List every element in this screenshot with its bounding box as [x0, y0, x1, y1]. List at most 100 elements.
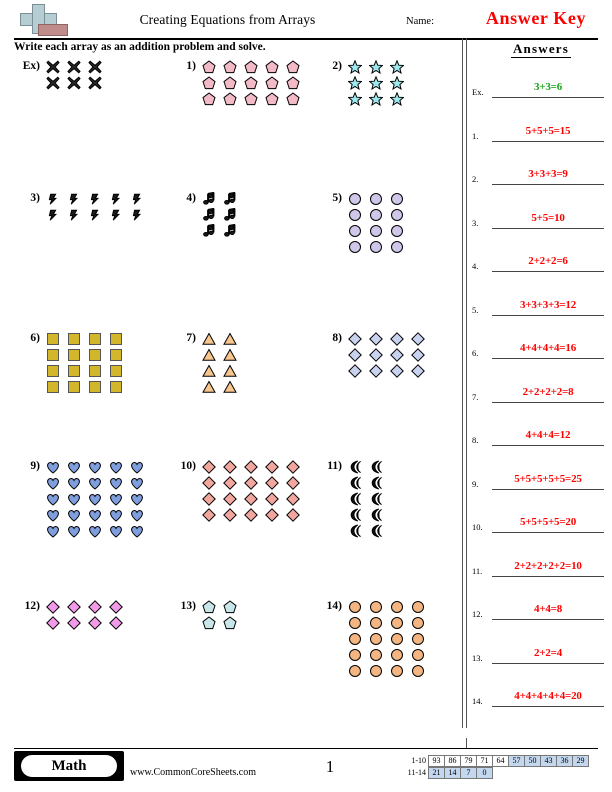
answer-value[interactable]: 2+2+2=6 — [492, 254, 604, 272]
x-mark-icon — [65, 59, 86, 75]
score-cell: 0 — [476, 767, 493, 779]
heart-icon — [65, 491, 86, 507]
answer-value[interactable]: 2+2+2+2=8 — [492, 385, 604, 403]
answer-value[interactable]: 4+4+4=12 — [492, 428, 604, 446]
heart-icon — [107, 459, 128, 475]
note-icon — [200, 207, 221, 223]
circle-icon — [409, 599, 430, 615]
answer-value[interactable]: 4+4=8 — [492, 602, 604, 620]
bolt-icon — [86, 207, 107, 223]
bolt-icon — [65, 207, 86, 223]
site-url: www.CommonCoreSheets.com — [130, 767, 257, 778]
square-icon — [44, 331, 65, 347]
diamond-icon — [388, 331, 409, 347]
array-row — [200, 615, 242, 631]
array-row — [346, 523, 388, 539]
answer-value[interactable]: 2+2=4 — [492, 646, 604, 664]
triangle-icon — [200, 363, 221, 379]
circle-icon — [346, 207, 367, 223]
diamond-icon — [409, 363, 430, 379]
score-cell: 71 — [476, 755, 493, 767]
diamond-icon — [242, 475, 263, 491]
array-row — [200, 331, 242, 347]
problem-number: 4) — [186, 192, 196, 204]
answer-value[interactable]: 4+4+4+4=16 — [492, 341, 604, 359]
circle-icon — [367, 191, 388, 207]
answer-number: 12. — [472, 609, 483, 619]
answer-value[interactable]: 3+3+3=9 — [492, 167, 604, 185]
diamond-icon — [107, 615, 128, 631]
square-icon — [86, 347, 107, 363]
bolt-icon — [86, 191, 107, 207]
square-icon — [44, 347, 65, 363]
pentagon-icon — [221, 75, 242, 91]
diamond-icon — [409, 331, 430, 347]
pentagon-icon — [263, 75, 284, 91]
answer-row: 3. 5+5=10 — [470, 199, 612, 229]
answers-heading-text: Answers — [510, 41, 572, 58]
diamond-icon — [367, 363, 388, 379]
array-row — [200, 459, 305, 475]
answer-number: 2. — [472, 174, 479, 184]
moon-icon — [346, 523, 367, 539]
score-range-label: 1-10 — [411, 756, 426, 765]
answer-value[interactable]: 4+4+4+4+4=20 — [492, 689, 604, 707]
array-row — [44, 207, 149, 223]
bolt-icon — [44, 191, 65, 207]
answer-value[interactable]: 5+5+5+5=20 — [492, 515, 604, 533]
answer-value[interactable]: 3+3=6 — [492, 80, 604, 98]
answer-row: 1. 5+5+5=15 — [470, 112, 612, 142]
triangle-icon — [221, 379, 242, 395]
array-row — [44, 59, 107, 75]
answer-value[interactable]: 2+2+2+2+2=10 — [492, 559, 604, 577]
array-grid — [44, 59, 107, 91]
answer-number: 4. — [472, 261, 479, 271]
diamond-icon — [346, 331, 367, 347]
heart-icon — [44, 523, 65, 539]
score-cell: 79 — [460, 755, 477, 767]
answer-number: 5. — [472, 304, 479, 315]
circle-icon — [409, 615, 430, 631]
answer-row: 5. 3+3+3+3=12 — [470, 286, 612, 316]
answer-value[interactable]: 5+5+5+5+5=25 — [492, 472, 604, 490]
circle-icon — [388, 223, 409, 239]
heart-icon — [65, 507, 86, 523]
heart-icon — [128, 523, 149, 539]
array-row — [200, 207, 242, 223]
problem-number: 3) — [30, 192, 40, 204]
heart-icon — [86, 523, 107, 539]
array-grid — [200, 59, 305, 107]
answer-value[interactable]: 5+5=10 — [492, 211, 604, 229]
diamond-icon — [65, 615, 86, 631]
circle-icon — [367, 223, 388, 239]
answer-number: 6. — [472, 348, 479, 358]
array-grid — [346, 331, 430, 379]
circle-icon — [346, 239, 367, 255]
pentagon-icon — [221, 599, 242, 615]
circle-icon — [409, 631, 430, 647]
score-cell: 7 — [460, 767, 477, 779]
answer-value[interactable]: 3+3+3+3=12 — [492, 298, 604, 316]
array-row — [200, 59, 305, 75]
score-cell: 29 — [572, 755, 589, 767]
diamond-icon — [388, 347, 409, 363]
circle-icon — [367, 207, 388, 223]
answer-number: 3. — [472, 217, 479, 228]
answer-row: 6. 4+4+4+4=16 — [470, 329, 612, 359]
array-row — [346, 475, 388, 491]
answer-value[interactable]: 5+5+5=15 — [492, 124, 604, 142]
array-row — [346, 59, 409, 75]
problem-number: 5) — [332, 192, 342, 204]
array-grid — [44, 191, 149, 223]
moon-icon — [346, 459, 367, 475]
pentagon-icon — [200, 91, 221, 107]
heart-icon — [86, 459, 107, 475]
bolt-icon — [107, 191, 128, 207]
answer-key-badge: Answer Key — [485, 8, 587, 28]
score-cell: 21 — [428, 767, 445, 779]
moon-icon — [367, 507, 388, 523]
array-row — [200, 475, 305, 491]
subject-badge-label: Math — [21, 755, 117, 777]
score-grid-row: 11-14 21 14 7 0 — [398, 767, 589, 779]
answer-row: 13. 2+2=4 — [470, 634, 612, 664]
